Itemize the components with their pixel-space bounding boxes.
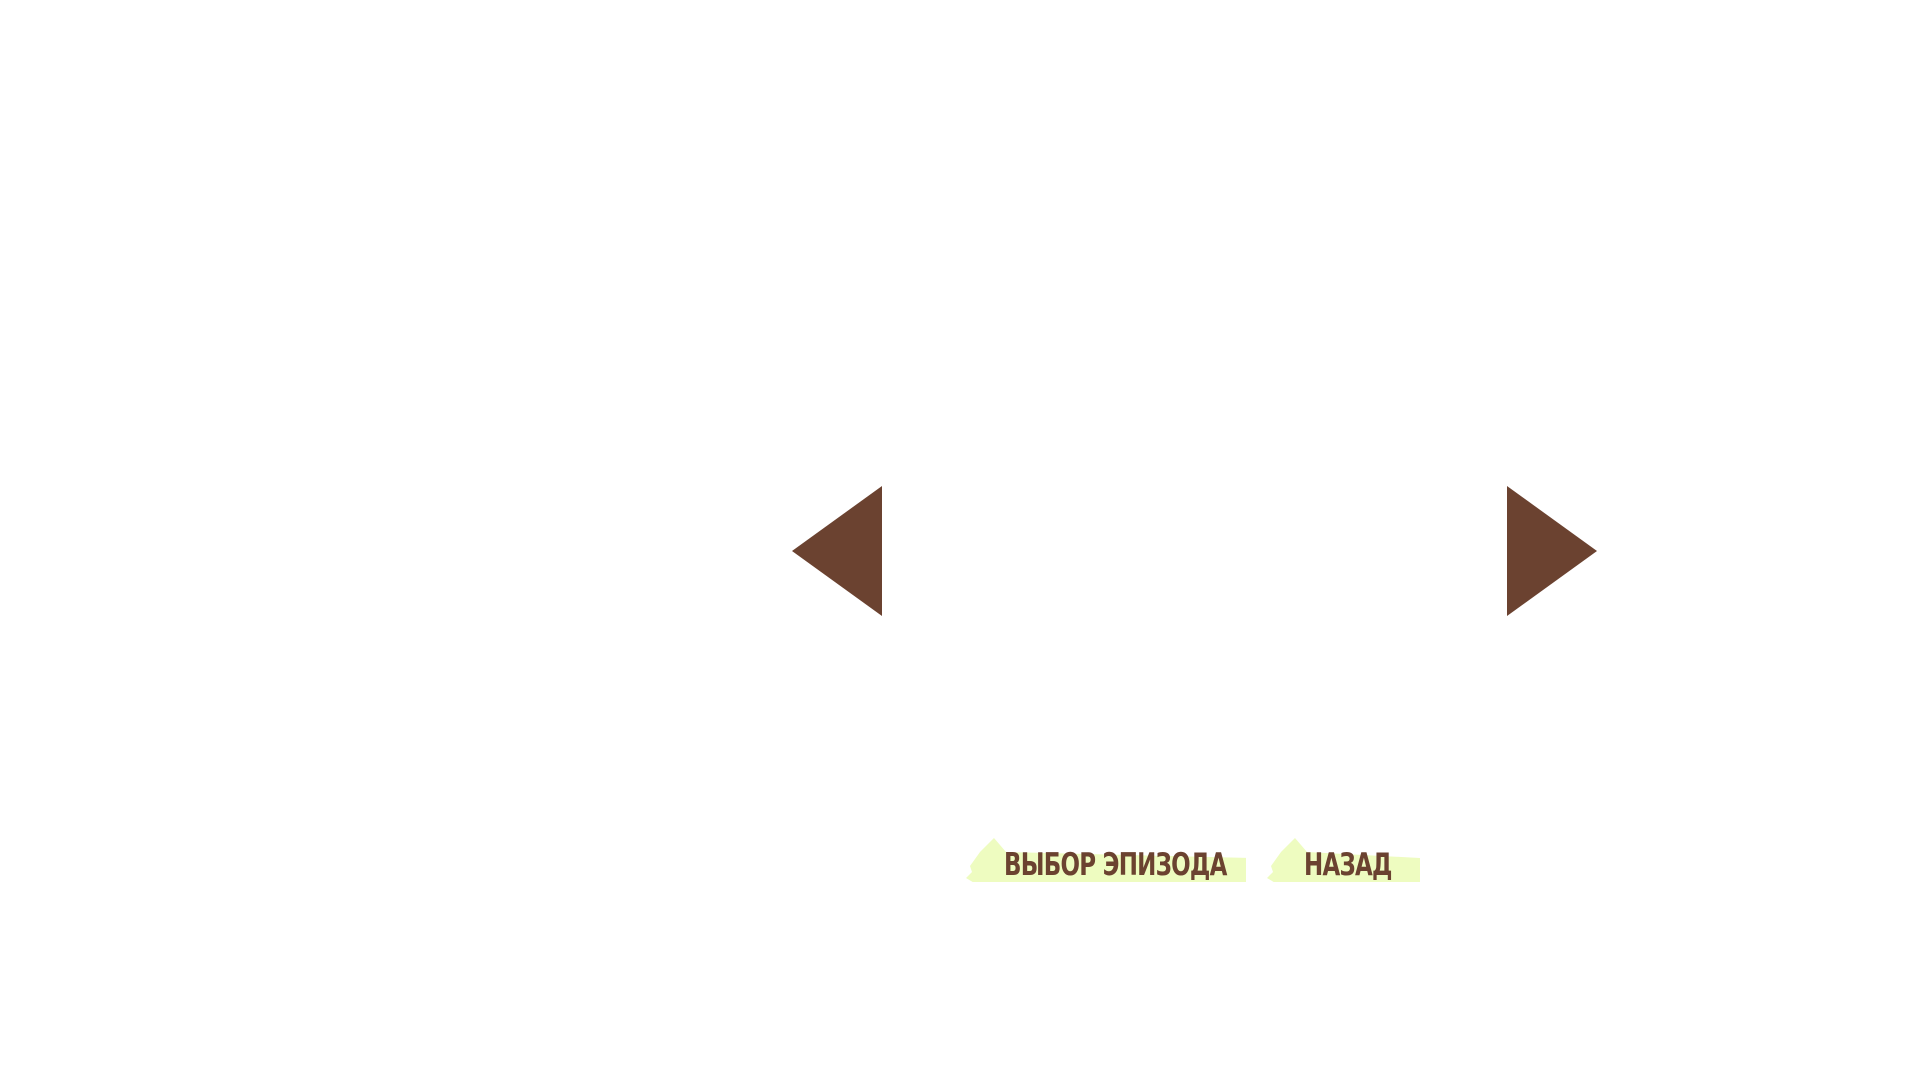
back-label: НАЗАД — [1304, 847, 1392, 883]
episode-select-label: ВЫБОР ЭПИЗОДА — [1004, 847, 1227, 883]
back-button[interactable]: НАЗАД — [1267, 838, 1420, 882]
episode-select-button[interactable]: ВЫБОР ЭПИЗОДА — [966, 838, 1246, 882]
triangle-left-icon — [792, 486, 882, 616]
previous-arrow-button[interactable] — [792, 486, 882, 616]
next-arrow-button[interactable] — [1507, 486, 1597, 616]
game-screen: ВЫБОР ЭПИЗОДА НАЗАД — [0, 0, 1920, 1080]
triangle-right-icon — [1507, 486, 1597, 616]
